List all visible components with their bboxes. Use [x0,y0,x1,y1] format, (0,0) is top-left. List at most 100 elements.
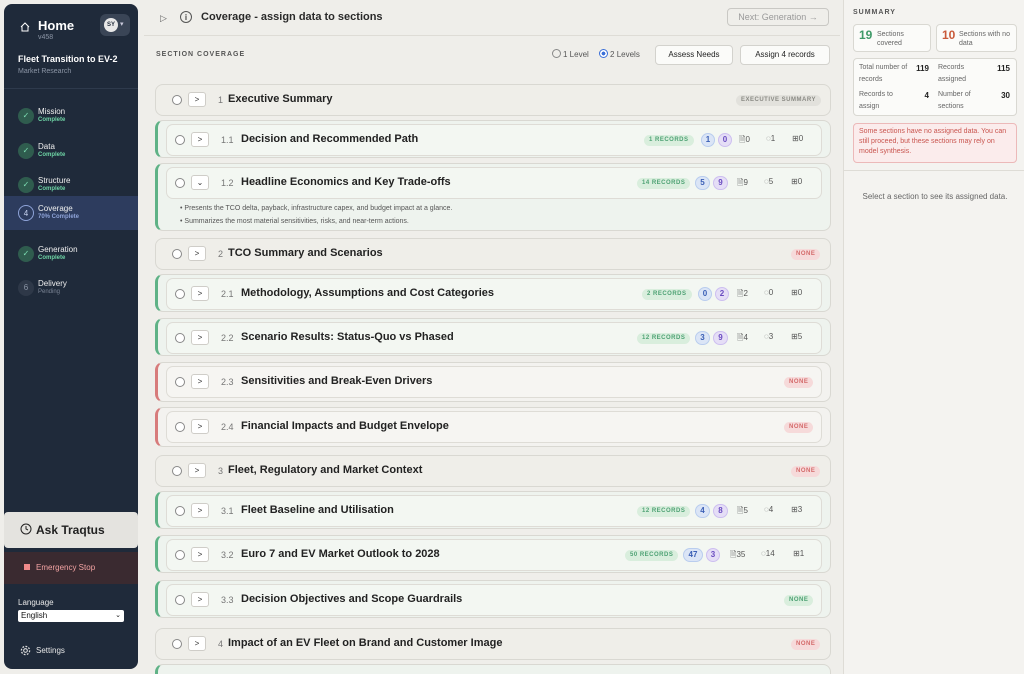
level-1-label: 1 Level [563,50,589,59]
section-row-2[interactable]: > 2 TCO Summary and Scenarios NONE [155,238,831,270]
comment-count: ◌4 [764,505,774,514]
section-checkbox[interactable] [175,178,185,188]
comment-count: ◌3 [764,332,774,341]
section-checkbox[interactable] [175,422,185,432]
section-title: Headline Economics and Key Trade-offs [241,176,451,188]
section-checkbox[interactable] [172,466,182,476]
section-row-partial[interactable] [155,664,831,674]
emergency-stop-button[interactable]: Emergency Stop [4,552,138,584]
chevron-right-icon[interactable]: > [191,419,209,434]
play-icon[interactable]: ▷ [160,13,167,24]
settings-link[interactable]: Settings [20,644,130,658]
chevron-right-icon[interactable]: > [191,330,209,345]
chevron-right-icon[interactable]: > [188,92,206,107]
section-title: Euro 7 and EV Market Outlook to 2028 [241,548,440,560]
count-badge-purple: 3 [706,548,720,562]
section-checkbox[interactable] [175,550,185,560]
empty-state-text: Select a section to see its assigned dat… [862,192,1008,201]
level-2-radio[interactable] [599,49,609,58]
ask-label: Ask Traqtus [36,523,105,537]
section-row-2-2[interactable]: > 2.2 Scenario Results: Status-Quo vs Ph… [155,318,831,356]
step-data[interactable]: ✓ Data Complete [4,134,138,168]
section-row-3-1[interactable]: > 3.1 Fleet Baseline and Utilisation 12 … [155,491,831,529]
chevron-right-icon[interactable]: > [191,547,209,562]
records-assigned-value: 115 [997,64,1010,73]
covered-count: 19 [859,28,873,42]
chevron-down-icon[interactable]: ⌄ [191,175,209,190]
check-icon: ✓ [18,177,34,193]
step-mission[interactable]: ✓ Mission Complete [4,99,138,133]
table-count: ⊞5 [791,332,803,341]
count-badge-blue: 3 [695,331,710,345]
level-1-radio[interactable] [552,49,561,58]
count-badge-purple: 9 [713,176,728,190]
home-title: Home [38,18,75,33]
records-badge: 1 RECORDS [644,135,694,146]
emergency-label: Emergency Stop [36,563,96,572]
section-checkbox[interactable] [175,289,185,299]
clock-icon [20,523,32,535]
table-count: ⊞0 [791,177,803,186]
document-count: 🗎9 [737,178,748,187]
chevron-right-icon[interactable]: > [188,463,206,478]
chevron-right-icon[interactable]: > [191,132,209,147]
ask-traqtus-button[interactable]: Ask Traqtus [4,512,138,548]
section-number: 2.1 [221,289,234,299]
section-checkbox[interactable] [175,377,185,387]
count-badge-blue: 0 [698,287,712,301]
section-title: Methodology, Assumptions and Cost Catego… [241,287,495,299]
section-row-4[interactable]: > 4 Impact of an EV Fleet on Brand and C… [155,628,831,660]
next-generation-button[interactable]: Next: Generation → [727,8,829,26]
records-badge: 50 RECORDS [625,550,679,561]
step-label: Data [38,142,55,151]
section-checkbox[interactable] [172,249,182,259]
step-number: 6 [18,280,34,296]
section-row-1-1[interactable]: > 1.1 Decision and Recommended Path 1 RE… [155,120,831,158]
assign-records-button[interactable]: Assign 4 records [740,45,830,65]
settings-label: Settings [36,646,65,655]
chevron-right-icon[interactable]: > [191,374,209,389]
section-checkbox[interactable] [172,95,182,105]
step-status: Complete [38,186,66,192]
covered-label: Sections covered [877,31,904,47]
section-row-3[interactable]: > 3 Fleet, Regulatory and Market Context… [155,455,831,487]
section-checkbox[interactable] [175,135,185,145]
step-delivery[interactable]: 6 Delivery Pending [4,271,138,305]
section-checkbox[interactable] [175,506,185,516]
section-row-3-2[interactable]: > 3.2 Euro 7 and EV Market Outlook to 20… [155,535,831,573]
chevron-right-icon[interactable]: > [188,636,206,651]
user-menu-button[interactable]: SY ▾ [100,14,130,36]
section-title: Executive Summary [228,93,333,105]
section-row-2-3[interactable]: > 2.3 Sensitivities and Break-Even Drive… [155,362,831,402]
language-select[interactable]: English ⌄ [18,610,124,622]
chevron-right-icon[interactable]: > [191,286,209,301]
none-badge: NONE [791,466,821,477]
chevron-down-icon: ▾ [120,21,124,28]
check-icon: ✓ [18,143,34,159]
none-badge: NONE [784,377,814,388]
step-status: Pending [38,289,61,295]
section-checkbox[interactable] [175,333,185,343]
chevron-right-icon[interactable]: > [188,246,206,261]
table-count: ⊞0 [792,134,804,143]
section-checkbox[interactable] [172,639,182,649]
step-generation[interactable]: ✓ Generation Complete [4,237,138,271]
section-row-1[interactable]: > 1 Executive Summary EXECUTIVE SUMMARY [155,84,831,116]
divider [4,88,138,89]
summary-title: SUMMARY [853,9,896,16]
chevron-right-icon[interactable]: > [191,592,209,607]
section-row-2-1[interactable]: > 2.1 Methodology, Assumptions and Cost … [155,274,831,312]
count-badge-purple: 0 [718,133,732,147]
step-coverage[interactable]: 4 Coverage 70% Complete [4,196,138,230]
section-title: Decision Objectives and Scope Guardrails [241,593,463,605]
language-label: Language [18,598,54,607]
assess-needs-button[interactable]: Assess Needs [655,45,733,65]
section-row-1-2[interactable]: ⌄ 1.2 Headline Economics and Key Trade-o… [155,163,831,231]
no-data-warning: Some sections have no assigned data. You… [853,123,1017,163]
chevron-right-icon[interactable]: > [191,503,209,518]
section-row-3-3[interactable]: > 3.3 Decision Objectives and Scope Guar… [155,580,831,618]
table-count: ⊞0 [791,288,803,297]
section-checkbox[interactable] [175,595,185,605]
section-row-2-4[interactable]: > 2.4 Financial Impacts and Budget Envel… [155,407,831,447]
info-icon[interactable]: i [180,11,192,23]
